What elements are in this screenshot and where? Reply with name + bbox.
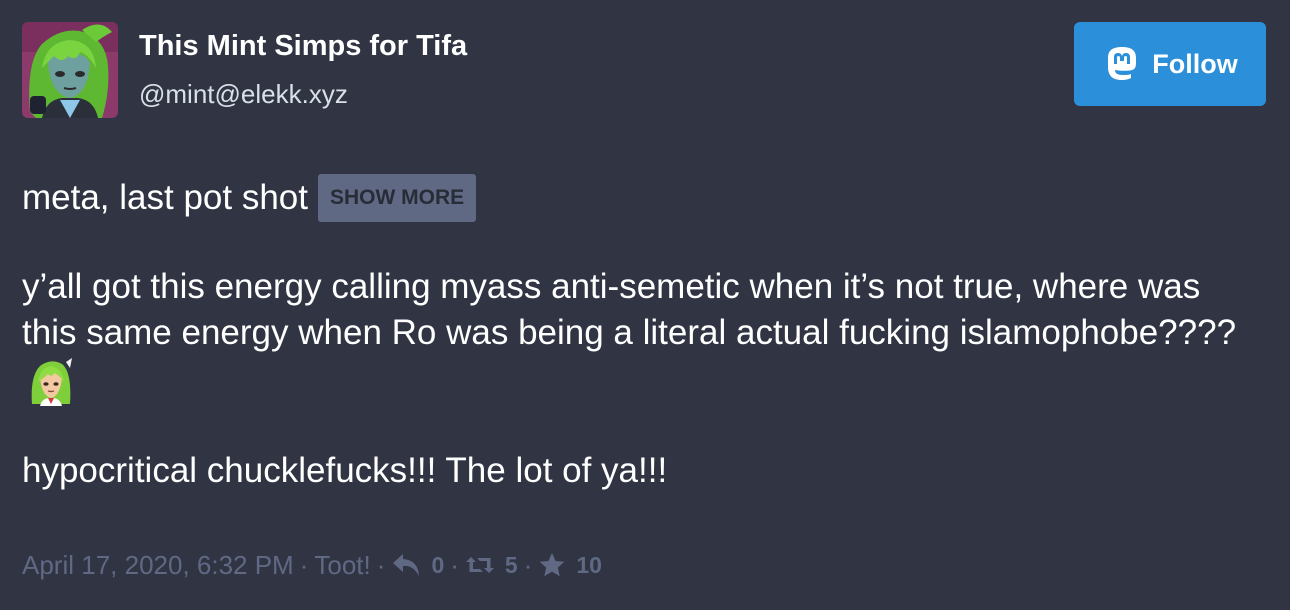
content-warning-row: meta, last pot shot Show more: [22, 172, 1262, 224]
account-handle[interactable]: @mint@elekk.xyz: [139, 78, 348, 110]
status-meta-bar: April 17, 2020, 6:32 PM · Toot! · 0 · 5 …: [22, 548, 602, 582]
status-paragraph: hypocritical chucklefucks!!! The lot of …: [22, 451, 668, 490]
reply-icon: [393, 554, 420, 576]
meta-separator: ·: [376, 549, 386, 580]
favourite-button[interactable]: 10: [538, 552, 602, 579]
status-timestamp[interactable]: April 17, 2020, 6:32 PM: [22, 550, 294, 581]
content-warning-text: meta, last pot shot: [22, 178, 308, 217]
favourites-count: 10: [576, 551, 602, 578]
status-paragraph: y’all got this energy calling myass anti…: [22, 264, 1262, 406]
custom-emoji-icon: [26, 356, 76, 406]
reply-button[interactable]: 0: [391, 552, 444, 579]
replies-count: 0: [431, 551, 445, 578]
meta-separator: ·: [523, 549, 533, 580]
reblogs-count: 5: [504, 551, 518, 578]
status-content: meta, last pot shot Show more y’all got …: [22, 172, 1262, 490]
status-card: This Mint Simps for Tifa @mint@elekk.xyz…: [0, 0, 1290, 610]
mastodon-logo-icon: [1102, 44, 1142, 84]
status-app-name: Toot!: [314, 549, 371, 580]
status-paragraph-text: y’all got this energy calling myass anti…: [22, 267, 1237, 352]
meta-separator: ·: [450, 549, 459, 580]
display-name[interactable]: This Mint Simps for Tifa: [139, 28, 467, 64]
meta-separator: ·: [299, 549, 309, 580]
reblog-button[interactable]: 5: [465, 552, 518, 579]
follow-button[interactable]: Follow: [1074, 22, 1266, 106]
retweet-icon: [465, 557, 494, 573]
follow-button-label: Follow: [1152, 48, 1238, 79]
star-icon: [539, 553, 565, 577]
show-more-button[interactable]: Show more: [317, 174, 477, 222]
avatar-image: [22, 22, 118, 118]
avatar[interactable]: [22, 22, 118, 118]
